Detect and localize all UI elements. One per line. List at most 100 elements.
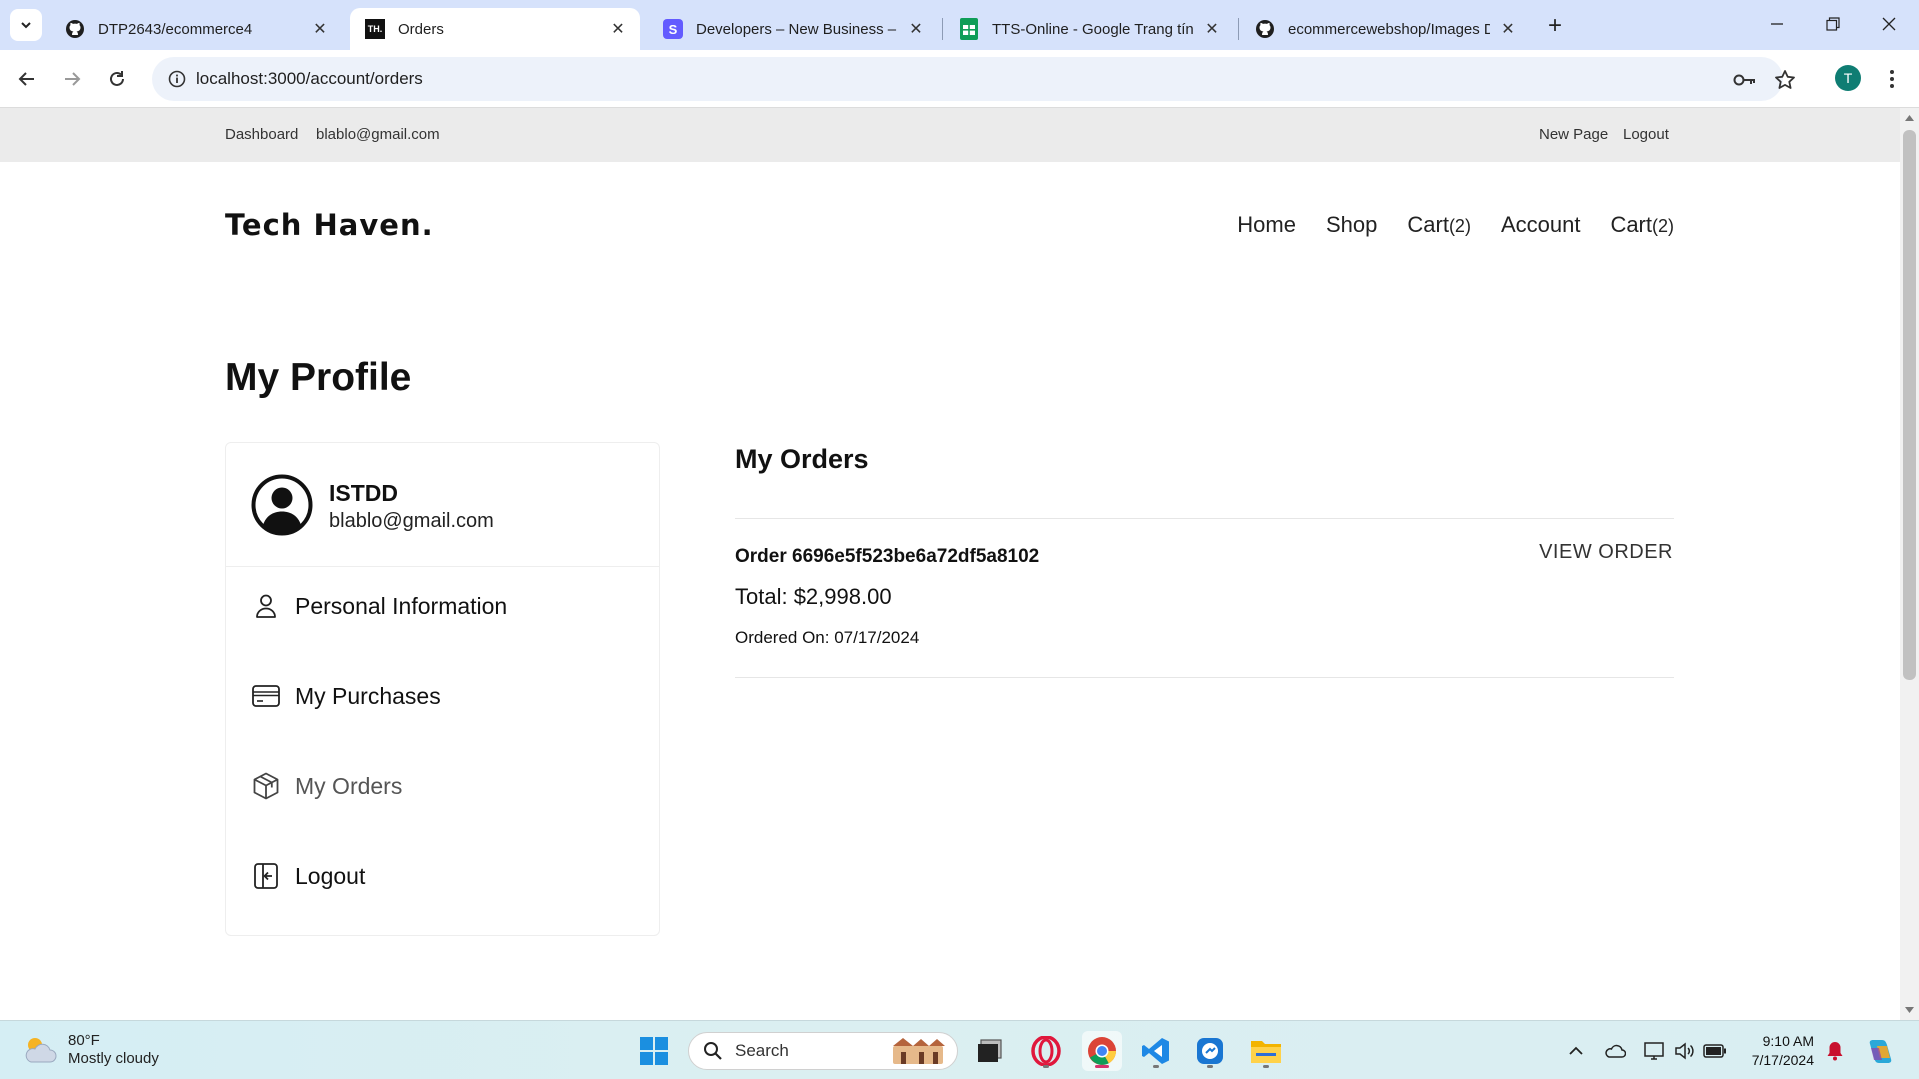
bookmark-star-icon[interactable] [1772, 67, 1798, 93]
site-info-icon[interactable] [162, 64, 192, 94]
browser-tab-4[interactable]: TTS-Online - Google Trang tính ✕ [944, 8, 1234, 50]
scroll-up-icon[interactable] [1900, 110, 1919, 126]
vscode-icon [1142, 1038, 1169, 1064]
user-email: blablo@gmail.com [329, 510, 494, 532]
reload-icon [110, 71, 124, 86]
tab-title: DTP2643/ecommerce4 [98, 20, 253, 38]
topbar-email-link[interactable]: blablo@gmail.com [316, 126, 440, 143]
tray-overflow-button[interactable] [1563, 1038, 1589, 1064]
close-icon[interactable]: ✕ [906, 19, 926, 39]
tab-title: Developers – New Business – St [696, 20, 898, 38]
scroll-down-icon[interactable] [1900, 1002, 1919, 1018]
site-logo[interactable]: Tech Haven. [225, 208, 434, 242]
tab-title: ecommercewebshop/Images D [1288, 20, 1490, 38]
tab-search-button[interactable] [10, 9, 42, 41]
box-icon [251, 771, 281, 801]
windows-taskbar: 80°F Mostly cloudy Search 9:10 AM 7/17/2… [0, 1020, 1919, 1079]
new-tab-button[interactable]: + [1541, 12, 1569, 40]
main-nav: Home Shop Cart(2) Account Cart(2) [1237, 212, 1674, 238]
browser-tab-2-active[interactable]: TH. Orders ✕ [350, 8, 640, 50]
browser-menu-button[interactable] [1882, 64, 1902, 94]
weather-desc: Mostly cloudy [68, 1050, 159, 1067]
chrome-app[interactable] [1082, 1031, 1122, 1071]
vscode-app[interactable] [1136, 1031, 1176, 1071]
cart-count: (2) [1652, 216, 1674, 236]
back-button[interactable] [10, 62, 44, 96]
arrow-left-icon [18, 72, 34, 86]
reload-button[interactable] [100, 62, 134, 96]
view-order-button[interactable]: VIEW ORDER [1539, 541, 1673, 564]
menu-logout[interactable]: Logout [226, 846, 659, 906]
address-bar[interactable]: localhost:3000/account/orders [152, 57, 1795, 101]
menu-my-orders[interactable]: My Orders [226, 756, 659, 816]
minimize-button[interactable] [1754, 8, 1800, 40]
profile-avatar-button[interactable]: T [1835, 65, 1861, 91]
opera-icon [1031, 1036, 1061, 1066]
task-view-button[interactable] [970, 1031, 1010, 1071]
onedrive-tray[interactable] [1602, 1038, 1628, 1064]
page-title: My Profile [225, 356, 412, 399]
close-icon[interactable]: ✕ [608, 19, 628, 39]
close-icon[interactable]: ✕ [1202, 19, 1222, 39]
new-page-link[interactable]: New Page [1539, 126, 1608, 143]
sheets-icon [958, 18, 980, 40]
dashboard-link[interactable]: Dashboard [225, 126, 298, 143]
start-button[interactable] [634, 1031, 674, 1071]
close-icon[interactable]: ✕ [310, 19, 330, 39]
nav-home[interactable]: Home [1237, 212, 1296, 238]
page-scrollbar[interactable] [1900, 108, 1919, 1020]
battery-tray[interactable] [1702, 1038, 1728, 1064]
stripe-icon: S [662, 18, 684, 40]
password-key-icon[interactable] [1732, 67, 1758, 93]
browser-tab-1[interactable]: DTP2643/ecommerce4 ✕ [50, 8, 342, 50]
nav-shop[interactable]: Shop [1326, 212, 1377, 238]
tab-title: TTS-Online - Google Trang tính [992, 20, 1194, 38]
restore-icon [1826, 17, 1840, 31]
cart-count: (2) [1448, 216, 1471, 236]
more-vertical-icon [1890, 70, 1894, 88]
order-total: Total: $2,998.00 [735, 584, 892, 609]
copilot-icon [1869, 1040, 1892, 1063]
close-window-button[interactable] [1866, 8, 1912, 40]
screen-app-icon [1197, 1038, 1223, 1064]
weather-temp: 80°F [68, 1032, 100, 1049]
profile-sidebar: ISTDD blablo@gmail.com Personal Informat… [225, 442, 660, 936]
taskbar-search[interactable]: Search [688, 1032, 958, 1070]
volume-tray[interactable] [1672, 1038, 1698, 1064]
file-explorer-app[interactable] [1246, 1031, 1286, 1071]
chrome-icon [1088, 1037, 1116, 1065]
network-icon [1644, 1042, 1664, 1060]
scroll-thumb[interactable] [1903, 130, 1916, 680]
forward-button[interactable] [55, 62, 89, 96]
notifications-tray[interactable] [1822, 1038, 1848, 1064]
battery-icon [1703, 1044, 1726, 1058]
arrow-right-icon [65, 72, 81, 86]
task-view-icon [978, 1039, 1002, 1062]
restore-button[interactable] [1810, 8, 1856, 40]
messenger-app[interactable] [1190, 1031, 1230, 1071]
user-summary: ISTDD blablo@gmail.com [226, 443, 659, 567]
browser-tab-5[interactable]: ecommercewebshop/Images D ✕ [1240, 8, 1530, 50]
nav-cart[interactable]: Cart(2) [1407, 212, 1471, 238]
nav-cart-2[interactable]: Cart(2) [1610, 212, 1674, 238]
system-clock[interactable]: 9:10 AM 7/17/2024 [1742, 1032, 1814, 1070]
github-icon [64, 18, 86, 40]
nav-account[interactable]: Account [1501, 212, 1581, 238]
topbar-logout-link[interactable]: Logout [1623, 126, 1669, 143]
browser-tab-3[interactable]: S Developers – New Business – St ✕ [648, 8, 938, 50]
chevron-up-icon [1569, 1046, 1583, 1055]
search-icon [704, 1042, 722, 1060]
orders-heading: My Orders [735, 444, 869, 474]
user-name: ISTDD [329, 480, 398, 506]
tab-title: Orders [398, 20, 444, 38]
opera-app[interactable] [1026, 1031, 1066, 1071]
menu-personal-information[interactable]: Personal Information [226, 576, 659, 636]
copilot-button[interactable] [1864, 1035, 1896, 1067]
network-tray[interactable] [1642, 1038, 1668, 1064]
cloud-icon [1605, 1044, 1626, 1058]
weather-widget[interactable]: 80°F Mostly cloudy [22, 1032, 159, 1068]
github-icon [1254, 18, 1276, 40]
menu-my-purchases[interactable]: My Purchases [226, 666, 659, 726]
close-icon[interactable]: ✕ [1498, 19, 1518, 39]
divider [735, 677, 1674, 678]
